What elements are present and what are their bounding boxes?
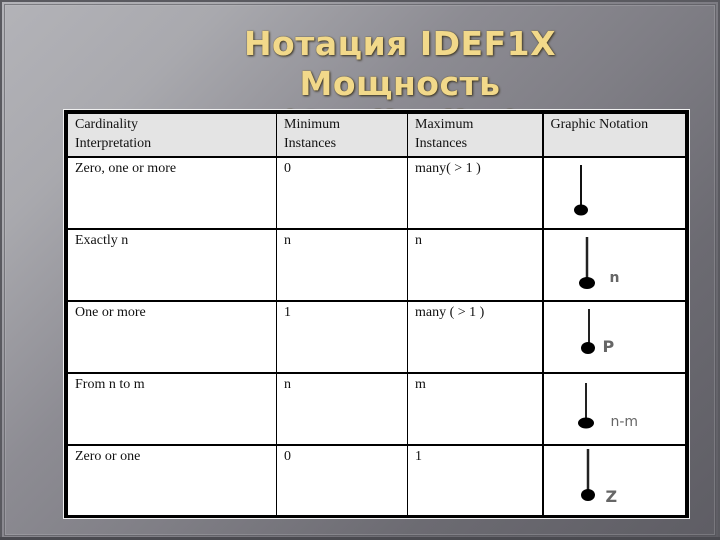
header-interpretation: Cardinality Interpretation [67, 113, 277, 158]
cell-max: n [407, 228, 543, 302]
line-with-dot-icon [580, 449, 595, 501]
table-row: Exactly n n n n [67, 228, 686, 302]
header-maximum: Maximum Instances [407, 113, 543, 158]
cell-notation: n [541, 228, 686, 302]
cell-notation [541, 156, 686, 230]
notation-label: P [602, 337, 615, 356]
table-row: One or more 1 many ( > 1 ) P [67, 300, 686, 374]
cell-interpretation: Exactly n [67, 228, 277, 302]
cardinality-table: Cardinality Interpretation Minimum Instanc… [63, 109, 690, 519]
cell-min: 0 [276, 444, 408, 517]
line-with-dot-icon [577, 383, 594, 429]
cell-max: many ( > 1 ) [407, 300, 543, 374]
line-with-dot-icon [580, 309, 595, 354]
header-text: Instances [415, 136, 468, 151]
cell-max: m [407, 372, 543, 446]
header-text: Maximum [415, 117, 474, 132]
header-text: Graphic Notation [550, 117, 649, 132]
cell-notation: Z [541, 444, 686, 517]
header-text: Cardinality [75, 117, 138, 132]
slide-title-line1: Нотация IDEF1X [243, 24, 557, 63]
header-text: Instances [284, 136, 337, 151]
cell-notation: P [541, 300, 686, 374]
cell-interpretation: One or more [67, 300, 277, 374]
header-minimum: Minimum Instances [276, 113, 408, 158]
table-row: Zero or one 0 1 Z [67, 444, 686, 517]
cell-interpretation: From n to m [67, 372, 277, 446]
header-text: Minimum [284, 117, 341, 132]
cell-notation: n-m [541, 372, 686, 446]
line-with-dot-icon [573, 165, 588, 216]
table-row: From n to m n m n-m [67, 372, 686, 446]
table-row: Zero, one or more 0 many( > 1 ) [67, 156, 686, 230]
cell-interpretation: Zero, one or more [67, 156, 277, 230]
cell-max: many( > 1 ) [407, 156, 543, 230]
header-text: Interpretation [75, 136, 152, 151]
notation-label: n [609, 270, 620, 286]
cell-min: n [276, 228, 408, 302]
notation-label: n-m [610, 414, 639, 430]
cell-min: n [276, 372, 408, 446]
table-header-row: Cardinality Interpretation Minimum Instanc… [67, 113, 686, 158]
line-with-dot-icon [578, 237, 595, 289]
notation-label: Z [605, 487, 618, 506]
cell-min: 0 [276, 156, 408, 230]
header-graphic-notation: Graphic Notation [541, 113, 686, 158]
cell-interpretation: Zero or one [67, 444, 277, 517]
cell-max: 1 [407, 444, 543, 517]
cell-min: 1 [276, 300, 408, 374]
